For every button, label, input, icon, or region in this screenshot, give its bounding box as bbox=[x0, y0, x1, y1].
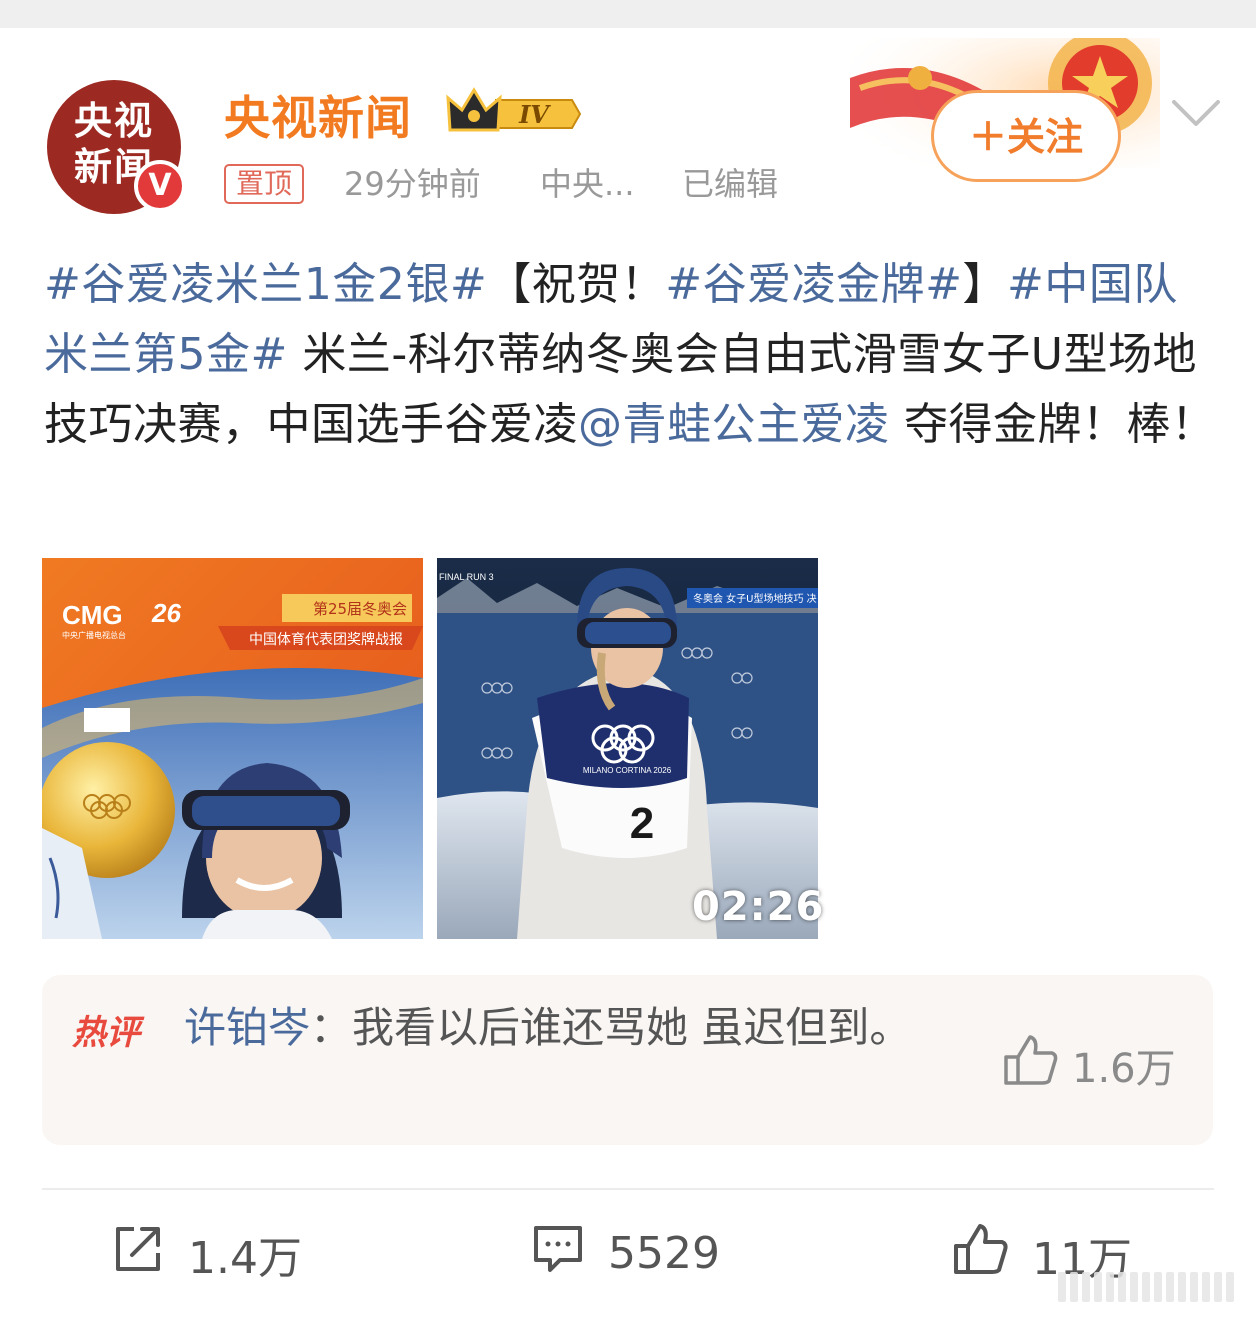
hot-comment-user[interactable]: 许铂岑 bbox=[184, 1003, 310, 1052]
post-text-segment: 【祝贺！ bbox=[487, 259, 666, 310]
hashtag-link[interactable]: #谷爱凌金牌# bbox=[665, 259, 962, 310]
post-video-thumbnail[interactable]: FINAL RUN 3 冬奥会 女子U型场地技巧 决 MILANO CORTIN… bbox=[437, 558, 818, 939]
post-text-segment: 】 bbox=[962, 259, 1007, 310]
level-badge-text: IV bbox=[518, 100, 551, 129]
banner-title: 第25届冬奥会 bbox=[313, 600, 407, 618]
cmg-subtitle: 中央广播电视总台 bbox=[62, 630, 126, 640]
hot-comment[interactable]: 热评 许铂岑：我看以后谁还骂她 虽迟但到。 1.6万 bbox=[42, 975, 1213, 1145]
video-overlay-caption: 冬奥会 女子U型场地技巧 决 bbox=[693, 592, 817, 605]
video-duration: 02:26 bbox=[692, 884, 825, 930]
hot-comment-separator: ： bbox=[310, 1003, 353, 1052]
pinned-badge: 置顶 bbox=[224, 164, 305, 204]
hot-comment-like-count: 1.6万 bbox=[1072, 1046, 1176, 1092]
banner-subtitle: 中国体育代表团奖牌战报 bbox=[249, 631, 403, 648]
cmg-logo: CMG bbox=[62, 600, 123, 630]
repost-icon bbox=[112, 1223, 164, 1286]
hot-comment-body: 我看以后谁还骂她 虽迟但到。 bbox=[352, 1003, 912, 1052]
post-text: #谷爱凌米兰1金2银#【祝贺！#谷爱凌金牌#】#中国队米兰第5金# 米兰-科尔蒂… bbox=[44, 250, 1219, 460]
comment-icon bbox=[532, 1222, 584, 1285]
hashtag-link[interactable]: #谷爱凌米兰1金2银# bbox=[44, 259, 487, 310]
verified-badge-icon: V bbox=[134, 160, 186, 212]
bib-number: 2 bbox=[630, 799, 654, 848]
chevron-down-icon[interactable] bbox=[1170, 96, 1222, 134]
crown-icon: IV bbox=[446, 86, 582, 142]
hot-comment-like-button[interactable]: 1.6万 bbox=[1002, 1033, 1176, 1097]
author-name[interactable]: 央视新闻 bbox=[224, 82, 412, 148]
mention-link[interactable]: @青蛙公主爱凌 bbox=[578, 399, 890, 450]
bib-text: MILANO CORTINA 2026 bbox=[583, 766, 672, 775]
repost-count: 1.4万 bbox=[188, 1233, 302, 1284]
follow-button[interactable]: ＋关注 bbox=[931, 90, 1121, 182]
post-source[interactable]: 中央... bbox=[540, 164, 635, 204]
post-text-segment: 夺得金牌！棒！ bbox=[889, 399, 1216, 450]
video-run-label: FINAL RUN 3 bbox=[439, 572, 494, 582]
divider bbox=[42, 1188, 1214, 1190]
watermark-overlay bbox=[1058, 1262, 1243, 1308]
comment-count: 5529 bbox=[608, 1228, 720, 1279]
hot-comment-badge: 热评 bbox=[72, 1013, 140, 1053]
post-time: 29分钟前 bbox=[344, 165, 481, 203]
post-image-medal[interactable]: CMG 中央广播电视总台 26 第25届冬奥会 中国体育代表团奖牌战报 bbox=[42, 558, 423, 939]
repost-button[interactable]: 1.4万 bbox=[112, 1222, 302, 1286]
hot-comment-text: 许铂岑：我看以后谁还骂她 虽迟但到。 bbox=[184, 999, 944, 1057]
edited-label[interactable]: 已编辑 bbox=[682, 164, 778, 204]
comment-button[interactable]: 5529 bbox=[532, 1222, 720, 1285]
svg-text:26: 26 bbox=[151, 598, 181, 628]
thumb-up-icon bbox=[952, 1222, 1008, 1287]
thumb-up-icon bbox=[1002, 1033, 1058, 1097]
